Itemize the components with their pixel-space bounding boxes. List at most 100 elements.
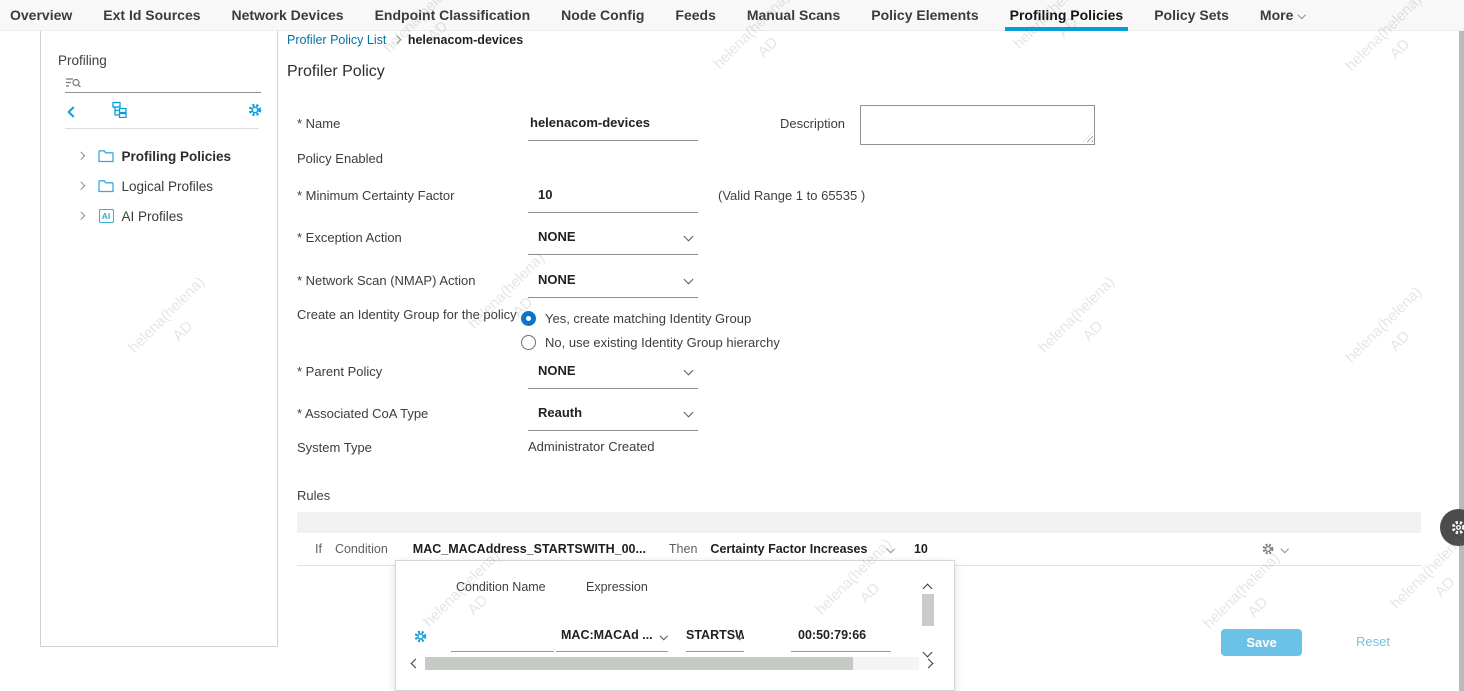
scroll-up-icon[interactable]	[923, 584, 933, 594]
chevron-down-icon	[659, 632, 667, 640]
chevron-down-icon[interactable]	[1281, 545, 1289, 553]
rules-section-label: Rules	[297, 488, 330, 503]
name-row: * Name helenacom-devices	[297, 115, 698, 141]
rule-condition-button[interactable]: MAC_MACAddress_STARTSWITH_00...	[413, 542, 646, 556]
nav-item-endpoint-classification[interactable]: Endpoint Classification	[375, 0, 531, 31]
radio-button[interactable]	[521, 311, 536, 326]
chevron-down-icon[interactable]	[887, 545, 895, 553]
nav-item-manual-scans[interactable]: Manual Scans	[747, 0, 840, 31]
tree-item-label: Profiling Policies	[122, 149, 232, 164]
attribute-select[interactable]: MAC:MACAd ...	[556, 628, 668, 652]
nav-item-policy-elements[interactable]: Policy Elements	[871, 0, 978, 31]
coa-type-label: * Associated CoA Type	[297, 405, 528, 421]
nav-item-overview[interactable]: Overview	[10, 0, 72, 31]
reset-button[interactable]: Reset	[1356, 634, 1390, 649]
identity-group-option-yes[interactable]: Yes, create matching Identity Group	[521, 306, 780, 330]
condition-name-input[interactable]	[451, 628, 554, 652]
nav-item-network-devices[interactable]: Network Devices	[232, 0, 344, 31]
profiling-sidebar: Profiling Profiling Policies Logical Prof…	[40, 30, 278, 647]
rule-if-label: If	[315, 542, 322, 556]
save-button[interactable]: Save	[1221, 629, 1302, 656]
tree-item-profiling-policies[interactable]: Profiling Policies	[41, 143, 277, 169]
horizontal-scroll-track[interactable]	[425, 657, 919, 670]
exception-action-row: * Exception Action NONE	[297, 229, 698, 255]
coa-type-select[interactable]: Reauth	[528, 405, 698, 431]
name-input[interactable]: helenacom-devices	[528, 115, 698, 141]
nav-item-label: Node Config	[561, 7, 644, 23]
tree-item-label: AI Profiles	[122, 209, 184, 224]
identity-group-label: Create an Identity Group for the policy	[297, 306, 521, 322]
description-input[interactable]	[860, 105, 1095, 145]
chevron-down-icon	[684, 232, 694, 242]
chevron-left-icon	[67, 106, 78, 117]
breadcrumb-parent-link[interactable]: Profiler Policy List	[287, 33, 386, 47]
tree-item-ai-profiles[interactable]: AIAI Profiles	[41, 203, 277, 229]
parent-policy-label: * Parent Policy	[297, 363, 528, 379]
nav-item-label: Manual Scans	[747, 7, 840, 23]
nav-item-ext-id-sources[interactable]: Ext Id Sources	[103, 0, 200, 31]
sidebar-title: Profiling	[58, 53, 107, 68]
min-certainty-label: * Minimum Certainty Factor	[297, 187, 528, 203]
gear-icon	[413, 629, 428, 644]
tree-item-label: Logical Profiles	[122, 179, 214, 194]
page-scrollbar[interactable]	[1459, 31, 1464, 691]
rule-factor-value[interactable]: 10	[914, 542, 928, 556]
floating-settings-button[interactable]	[1440, 509, 1464, 546]
identity-group-option-no[interactable]: No, use existing Identity Group hierarch…	[521, 330, 780, 354]
operator-select[interactable]: STARTSW	[686, 628, 744, 652]
nav-item-node-config[interactable]: Node Config	[561, 0, 644, 31]
tree-view-icon	[111, 101, 128, 118]
chevron-down-icon	[1298, 11, 1306, 19]
filter-search-icon	[65, 76, 81, 95]
sidebar-search-input[interactable]	[65, 75, 261, 93]
sidebar-back-button[interactable]	[69, 103, 77, 121]
gear-icon	[1450, 519, 1464, 536]
nav-item-label: Feeds	[675, 7, 715, 23]
identity-group-row: Create an Identity Group for the policy …	[297, 306, 780, 354]
nav-item-feeds[interactable]: Feeds	[675, 0, 715, 31]
breadcrumb-separator-icon	[393, 36, 401, 44]
horizontal-scrollbar[interactable]	[412, 655, 932, 671]
rule-gear-button[interactable]	[1261, 542, 1275, 556]
condition-gear-button[interactable]	[413, 629, 428, 644]
rules-toolbar	[297, 512, 1421, 533]
nav-item-label: Network Devices	[232, 7, 344, 23]
sidebar-settings-button[interactable]	[247, 102, 263, 123]
nav-item-label: Overview	[10, 7, 72, 23]
chevron-right-icon[interactable]	[77, 182, 85, 190]
condition-name-header: Condition Name	[456, 580, 546, 594]
radio-button[interactable]	[521, 335, 536, 350]
rule-condition-label: Condition	[335, 542, 388, 556]
exception-action-label: * Exception Action	[297, 229, 528, 245]
expression-value-input[interactable]: 00:50:79:66	[791, 628, 891, 652]
chevron-right-icon[interactable]	[77, 212, 85, 220]
vertical-scrollbar[interactable]	[920, 581, 936, 665]
nav-item-label: Policy Elements	[871, 7, 978, 23]
description-label: Description	[780, 116, 845, 131]
gear-icon	[247, 102, 263, 118]
tree-view-button[interactable]	[111, 101, 128, 123]
tree-item-logical-profiles[interactable]: Logical Profiles	[41, 173, 277, 199]
watermark-line1: helena(helena)	[1016, 254, 1139, 377]
min-certainty-input[interactable]: 10	[528, 187, 698, 213]
parent-policy-select[interactable]: NONE	[528, 363, 698, 389]
horizontal-scroll-thumb[interactable]	[425, 657, 853, 670]
exception-action-select[interactable]: NONE	[528, 229, 698, 255]
nav-item-policy-sets[interactable]: Policy Sets	[1154, 0, 1229, 31]
parent-policy-row: * Parent Policy NONE	[297, 363, 698, 389]
coa-type-row: * Associated CoA Type Reauth	[297, 405, 698, 431]
nav-item-profiling-policies[interactable]: Profiling Policies	[1010, 0, 1124, 31]
nmap-action-select[interactable]: NONE	[528, 272, 698, 298]
expression-header: Expression	[586, 580, 648, 594]
rule-action-select[interactable]: Certainty Factor Increases	[710, 542, 867, 556]
page-title: Profiler Policy	[287, 63, 385, 81]
min-certainty-row: * Minimum Certainty Factor 10 (Valid Ran…	[297, 187, 865, 213]
scroll-right-icon[interactable]	[924, 658, 934, 668]
nav-item-label: Policy Sets	[1154, 7, 1229, 23]
vertical-scroll-thumb[interactable]	[922, 594, 934, 626]
chevron-down-icon	[684, 366, 694, 376]
chevron-right-icon[interactable]	[77, 152, 85, 160]
watermark: helena(helena)AD	[1323, 264, 1462, 403]
nav-item-more[interactable]: More	[1260, 0, 1305, 31]
scroll-left-icon[interactable]	[411, 658, 421, 668]
